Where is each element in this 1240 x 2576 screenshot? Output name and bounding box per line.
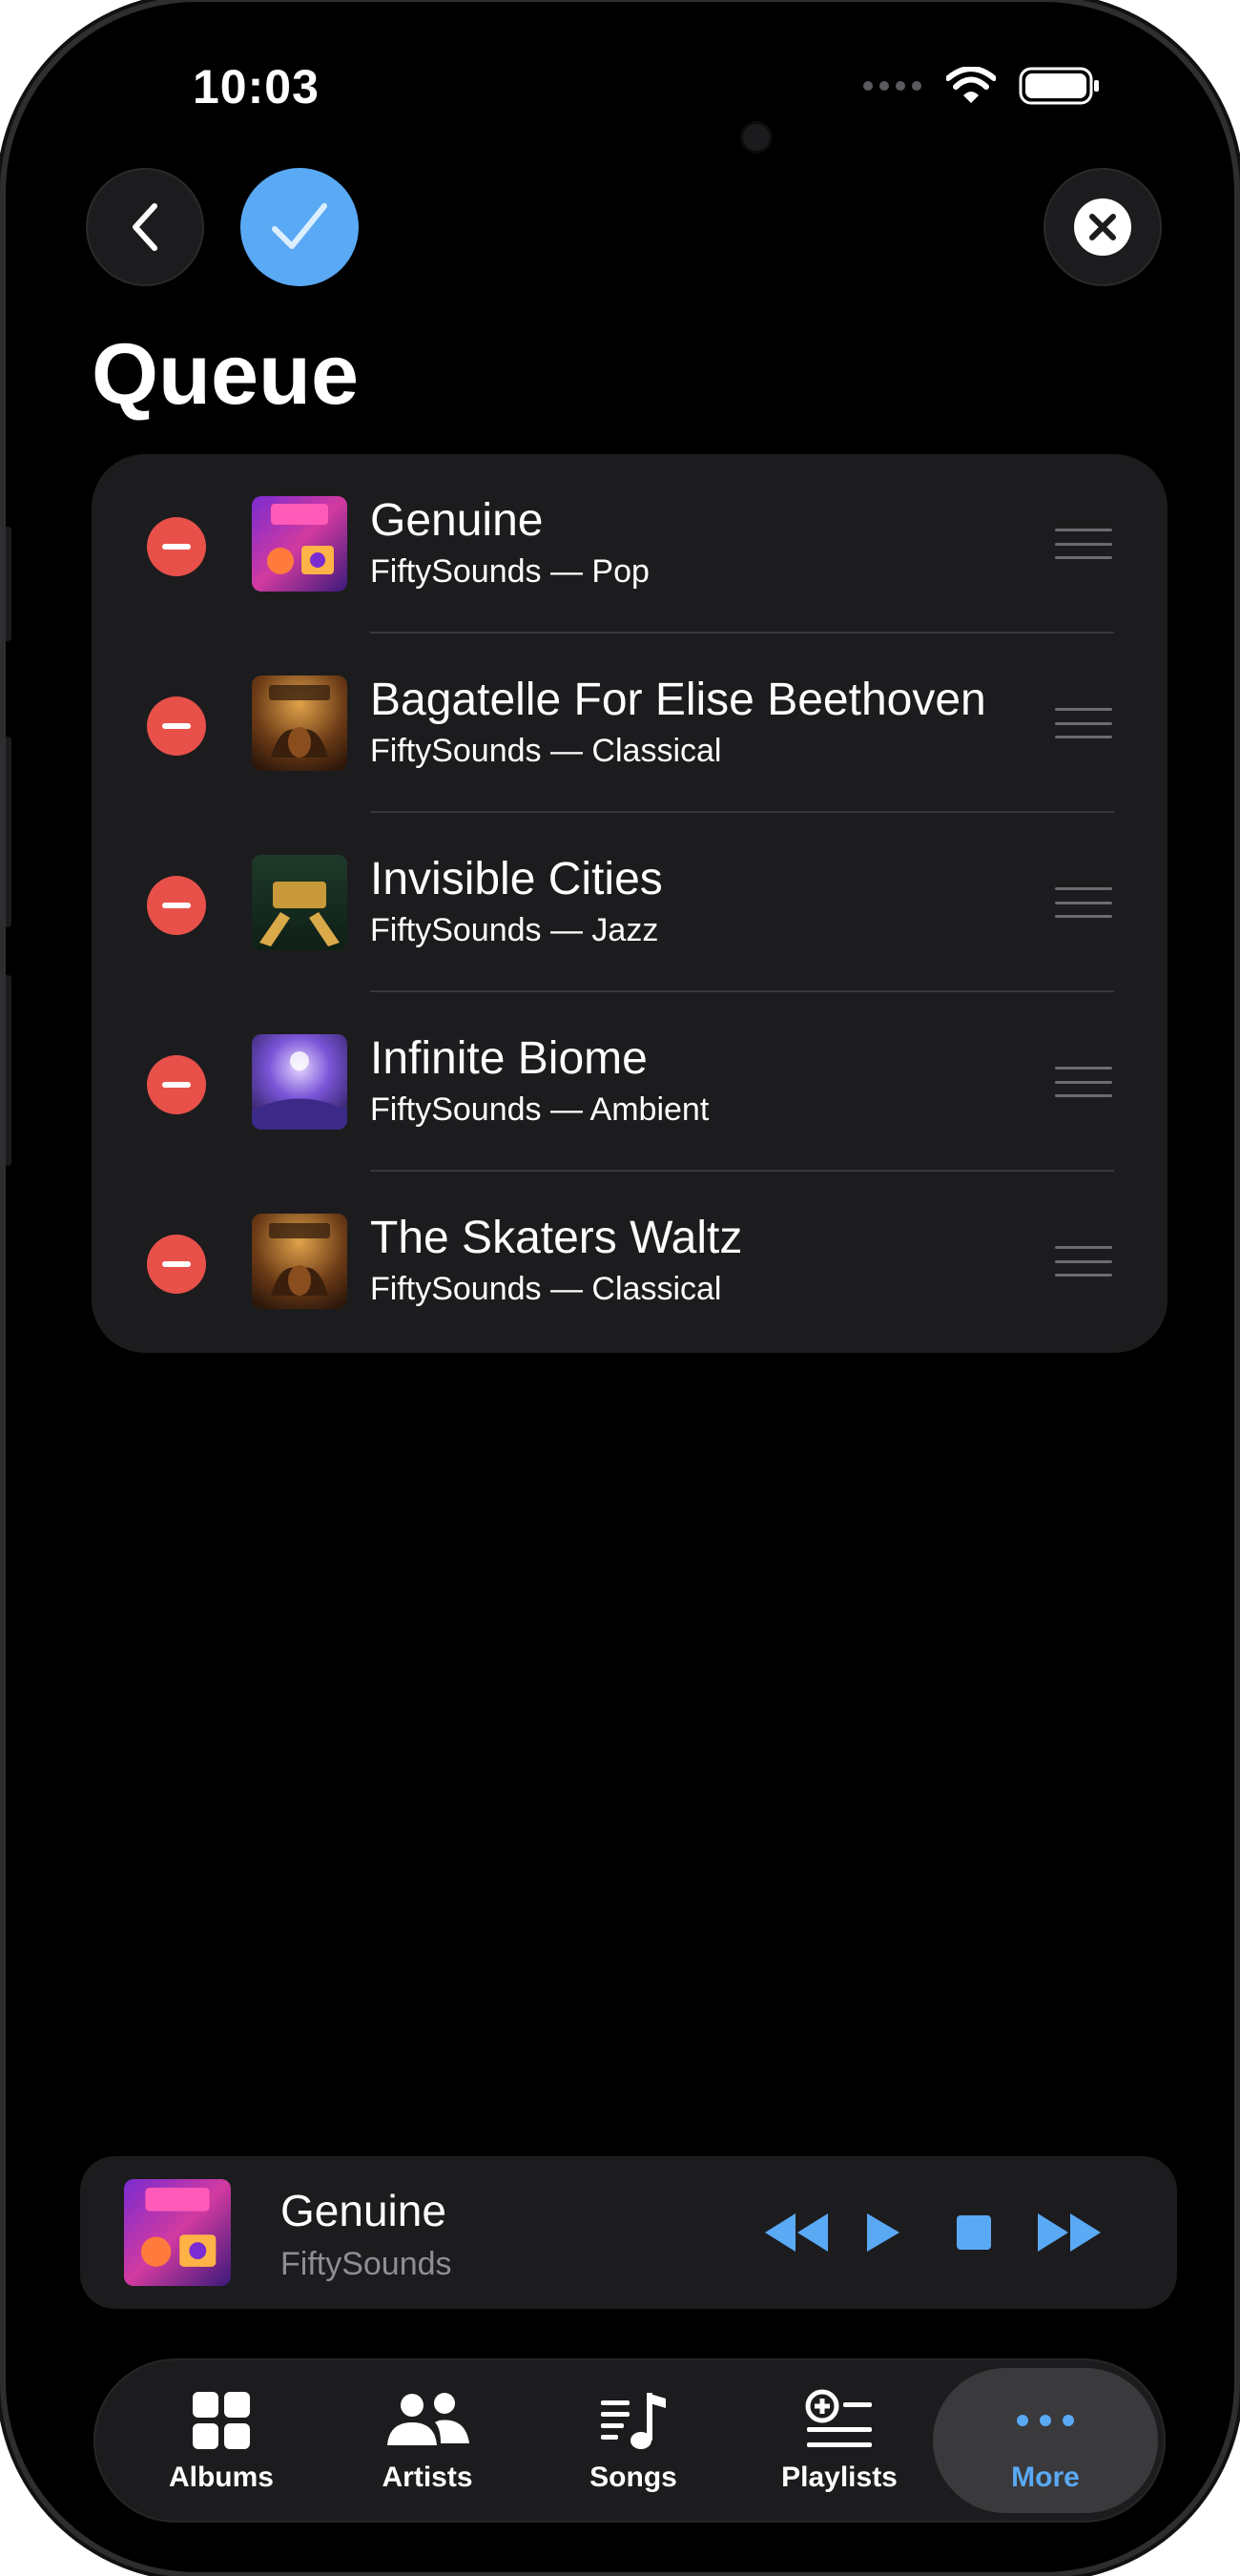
tab-playlists[interactable]: Playlists — [734, 2360, 944, 2521]
backward-icon — [765, 2213, 828, 2252]
minus-icon — [162, 1261, 191, 1267]
song-subtitle: FiftySounds — Jazz — [370, 912, 659, 948]
minus-icon — [162, 544, 191, 550]
wifi-icon — [946, 67, 996, 103]
tab-artists[interactable]: Artists — [322, 2360, 532, 2521]
tab-label: Songs — [589, 2462, 677, 2493]
reorder-handle-icon[interactable] — [1055, 1246, 1112, 1277]
song-subtitle: FiftySounds — Pop — [370, 553, 650, 590]
reorder-handle-icon[interactable] — [1055, 708, 1112, 738]
song-title: The Skaters Waltz — [370, 1213, 743, 1263]
song-title: Bagatelle For Elise Beethoven — [370, 675, 986, 725]
chevron-left-icon — [133, 203, 157, 251]
remove-button[interactable] — [147, 1055, 206, 1114]
page-title: Queue — [92, 327, 360, 423]
classical-essentials-art — [252, 675, 347, 771]
back-button[interactable] — [86, 168, 204, 286]
song-subtitle: FiftySounds — Ambient — [370, 1091, 710, 1128]
status-time: 10:03 — [193, 60, 320, 114]
tab-albums[interactable]: Albums — [116, 2360, 326, 2521]
classical-essentials-art — [252, 1214, 347, 1309]
queue-list: Genuine FiftySounds — Pop Bagatelle For … — [92, 454, 1168, 1353]
close-button[interactable] — [1044, 168, 1162, 286]
song-subtitle: FiftySounds — Classical — [370, 733, 722, 769]
reorder-handle-icon[interactable] — [1055, 887, 1112, 918]
tab-label: Playlists — [781, 2462, 898, 2493]
battery-icon — [1019, 67, 1099, 105]
remove-button[interactable] — [147, 876, 206, 935]
device-frame: 10:03 Queue Genuine FiftySounds — Pop Ba… — [6, 2, 1234, 2572]
reorder-handle-icon[interactable] — [1055, 529, 1112, 559]
tab-songs[interactable]: Songs — [528, 2360, 738, 2521]
jazz-art — [252, 855, 347, 950]
minus-icon — [162, 723, 191, 729]
people-icon — [387, 2393, 469, 2445]
reorder-handle-icon[interactable] — [1055, 1067, 1112, 1097]
play-icon — [867, 2213, 899, 2252]
minus-icon — [162, 1082, 191, 1088]
tab-label: More — [1011, 2462, 1080, 2493]
minus-icon — [162, 903, 191, 908]
rewind-button[interactable] — [763, 2204, 830, 2261]
tab-bar: Albums Artists Songs Playlists More — [93, 2358, 1166, 2523]
forward-icon — [1038, 2213, 1101, 2252]
song-subtitle: FiftySounds — Classical — [370, 1271, 722, 1307]
tab-label: Artists — [382, 2462, 473, 2493]
stop-icon — [957, 2215, 991, 2250]
done-button[interactable] — [240, 168, 359, 286]
queue-row[interactable]: Invisible Cities FiftySounds — Jazz — [92, 813, 1168, 992]
music-note-list-icon — [601, 2393, 666, 2449]
tab-label: Albums — [168, 2462, 274, 2493]
song-title: Invisible Cities — [370, 854, 663, 904]
side-button — [6, 527, 11, 641]
fast-forward-button[interactable] — [1036, 2204, 1103, 2261]
pop-essentials-art — [124, 2179, 231, 2286]
side-button — [6, 737, 11, 927]
pop-essentials-art — [252, 496, 347, 592]
playlist-add-icon — [805, 2389, 872, 2447]
status-bar: 10:03 — [6, 59, 1234, 116]
remove-button[interactable] — [147, 517, 206, 576]
play-button[interactable] — [849, 2204, 916, 2261]
xmark-circle-icon — [1074, 198, 1131, 256]
side-button — [6, 975, 11, 1166]
ambient-art — [252, 1034, 347, 1130]
now-playing-title: Genuine — [280, 2186, 446, 2235]
ellipsis-icon — [1017, 2415, 1074, 2426]
mini-player[interactable]: Genuine FiftySounds — [80, 2156, 1177, 2309]
front-camera — [740, 121, 773, 154]
now-playing-artist: FiftySounds — [280, 2246, 452, 2282]
song-title: Genuine — [370, 495, 544, 546]
queue-row[interactable]: Bagatelle For Elise Beethoven FiftySound… — [92, 634, 1168, 813]
checkmark-icon — [272, 203, 327, 249]
remove-button[interactable] — [147, 1235, 206, 1294]
grid-icon — [193, 2392, 250, 2449]
cellular-signal-icon — [863, 81, 921, 91]
queue-row[interactable]: Infinite Biome FiftySounds — Ambient — [92, 992, 1168, 1172]
song-title: Infinite Biome — [370, 1033, 648, 1084]
tab-more[interactable]: More — [933, 2368, 1158, 2513]
queue-row[interactable]: Genuine FiftySounds — Pop — [92, 454, 1168, 634]
remove-button[interactable] — [147, 696, 206, 756]
queue-row[interactable]: The Skaters Waltz FiftySounds — Classica… — [92, 1172, 1168, 1351]
stop-button[interactable] — [940, 2204, 1007, 2261]
